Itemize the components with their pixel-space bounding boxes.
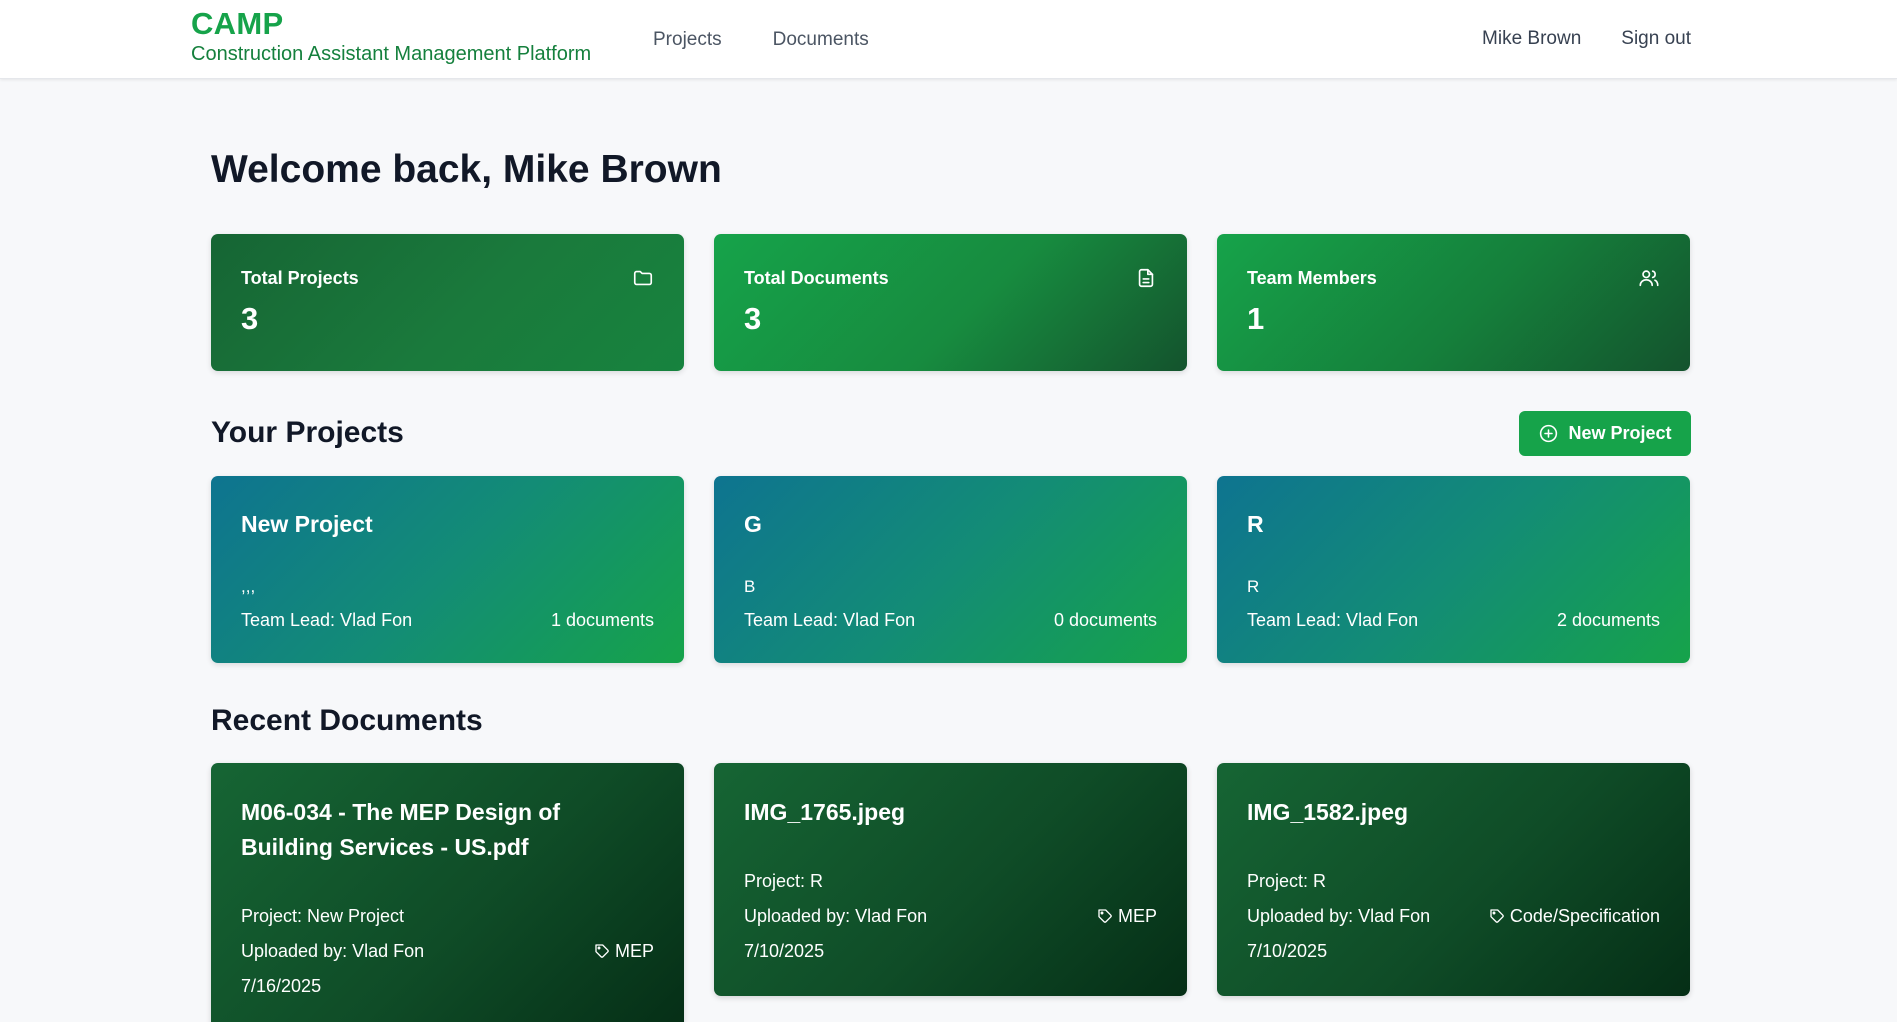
plus-circle-icon xyxy=(1540,424,1558,443)
sign-out-button[interactable]: Sign out xyxy=(1621,28,1691,50)
brand-tagline: Construction Assistant Management Platfo… xyxy=(191,43,592,65)
project-card[interactable]: G B Team Lead: Vlad Fon 0 documents xyxy=(714,476,1187,663)
stat-label: Total Documents xyxy=(744,268,889,288)
document-project: Project: New Project xyxy=(241,906,405,926)
document-name: M06-034 - The MEP Design of Building Ser… xyxy=(241,799,561,860)
document-tag: Code/Specification xyxy=(1489,905,1660,927)
brand-name[interactable]: CAMP xyxy=(191,6,591,42)
users-icon xyxy=(1639,270,1659,287)
project-description: B xyxy=(744,577,756,596)
stat-value: 3 xyxy=(241,301,259,336)
project-name: G xyxy=(744,511,762,537)
documents-grid: M06-034 - The MEP Design of Building Ser… xyxy=(211,763,1690,1022)
document-tag-label: Code/Specification xyxy=(1509,906,1660,926)
stat-card-total-projects: Total Projects 3 xyxy=(211,234,684,371)
document-card[interactable]: IMG_1765.jpeg Project: R Uploaded by: Vl… xyxy=(714,763,1187,996)
document-card[interactable]: IMG_1582.jpeg Project: R Uploaded by: Vl… xyxy=(1217,763,1690,996)
brand[interactable]: CAMP Construction Assistant Management P… xyxy=(191,6,591,66)
project-card[interactable]: New Project ,,, Team Lead: Vlad Fon 1 do… xyxy=(211,476,684,663)
document-date: 7/16/2025 xyxy=(241,976,322,996)
project-description: ,,, xyxy=(241,577,256,596)
stat-card-team-members: Team Members 1 xyxy=(1217,234,1690,371)
user-area: Mike Brown Sign out xyxy=(1482,28,1691,50)
documents-section-title: Recent Documents xyxy=(211,704,483,737)
stat-label: Total Projects xyxy=(241,268,359,288)
projects-section-title: Your Projects xyxy=(211,416,404,449)
main-nav: Projects Documents xyxy=(653,29,869,51)
document-date: 7/10/2025 xyxy=(744,941,825,961)
tag-icon xyxy=(595,944,609,958)
folder-icon xyxy=(633,270,653,286)
document-project: Project: R xyxy=(744,871,824,891)
document-uploader: Uploaded by: Vlad Fon xyxy=(744,906,928,926)
document-card[interactable]: M06-034 - The MEP Design of Building Ser… xyxy=(211,763,684,1022)
project-team-lead: Team Lead: Vlad Fon xyxy=(241,610,413,630)
nav-documents[interactable]: Documents xyxy=(773,29,869,51)
document-uploader: Uploaded by: Vlad Fon xyxy=(241,941,425,961)
document-tag-label: MEP xyxy=(1117,906,1157,926)
document-icon xyxy=(1138,268,1154,288)
document-project: Project: R xyxy=(1247,871,1327,891)
document-tag: MEP xyxy=(1097,905,1157,927)
project-name: New Project xyxy=(241,511,373,537)
project-description: R xyxy=(1247,577,1260,596)
stats-row: Total Projects 3 Total Documents 3 Team … xyxy=(211,234,1690,371)
stat-value: 1 xyxy=(1247,301,1265,336)
new-project-button[interactable]: New Project xyxy=(1519,411,1691,456)
new-project-label: New Project xyxy=(1568,423,1672,443)
document-tag: MEP xyxy=(594,940,654,962)
project-document-count: 2 documents xyxy=(1556,610,1660,630)
project-document-count: 0 documents xyxy=(1053,610,1157,630)
document-name: IMG_1765.jpeg xyxy=(744,799,906,825)
project-card[interactable]: R R Team Lead: Vlad Fon 2 documents xyxy=(1217,476,1690,663)
user-name-link[interactable]: Mike Brown xyxy=(1482,28,1581,50)
stat-card-total-documents: Total Documents 3 xyxy=(714,234,1187,371)
projects-grid: New Project ,,, Team Lead: Vlad Fon 1 do… xyxy=(211,476,1690,663)
tag-icon xyxy=(1490,909,1504,923)
tag-icon xyxy=(1098,909,1112,923)
document-name: IMG_1582.jpeg xyxy=(1247,799,1409,825)
nav-projects[interactable]: Projects xyxy=(653,29,722,51)
top-navbar: CAMP Construction Assistant Management P… xyxy=(0,0,1897,79)
project-document-count: 1 documents xyxy=(550,610,654,630)
stat-label: Team Members xyxy=(1247,268,1377,288)
stat-value: 3 xyxy=(744,301,762,336)
project-team-lead: Team Lead: Vlad Fon xyxy=(744,610,916,630)
project-name: R xyxy=(1247,511,1264,537)
document-date: 7/10/2025 xyxy=(1247,941,1328,961)
project-team-lead: Team Lead: Vlad Fon xyxy=(1247,610,1419,630)
document-tag-label: MEP xyxy=(614,941,654,961)
welcome-heading: Welcome back, Mike Brown xyxy=(211,148,722,191)
document-uploader: Uploaded by: Vlad Fon xyxy=(1247,906,1431,926)
